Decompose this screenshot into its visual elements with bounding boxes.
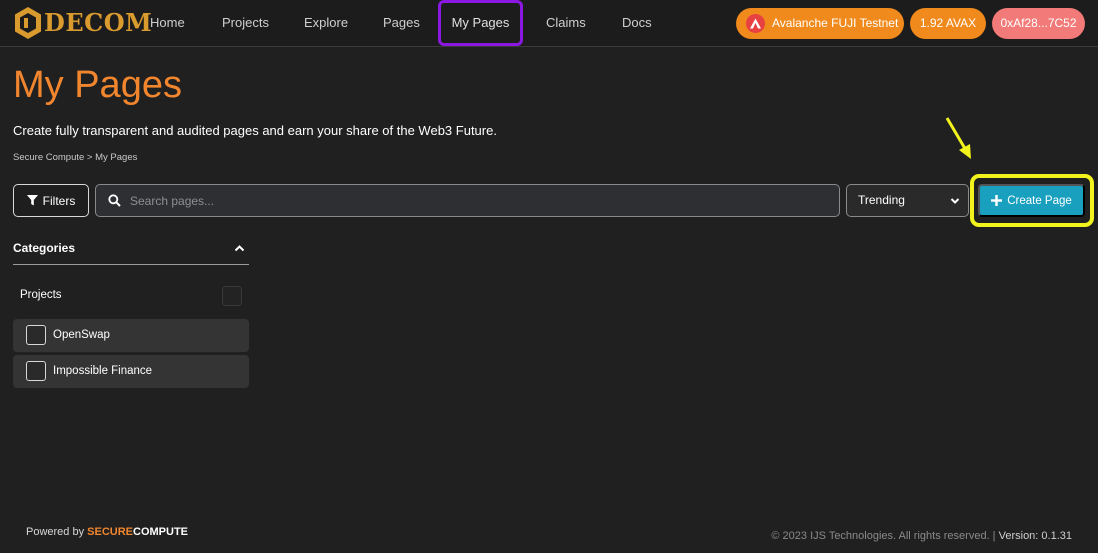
search-icon	[108, 194, 121, 207]
nav-pages[interactable]: Pages	[383, 0, 420, 46]
category-checkbox[interactable]	[26, 325, 46, 345]
categories-header[interactable]: Categories	[13, 240, 249, 265]
annotation-arrow-icon	[945, 117, 971, 159]
nav-claims[interactable]: Claims	[546, 0, 586, 46]
category-item[interactable]: Impossible Finance	[13, 355, 249, 388]
chevron-up-icon	[234, 245, 245, 252]
categories-title: Categories	[13, 241, 76, 255]
category-item[interactable]: OpenSwap	[13, 319, 249, 352]
logo[interactable]: DECOM	[13, 6, 152, 40]
create-page-label: Create Page	[1007, 194, 1072, 207]
nav-projects[interactable]: Projects	[222, 0, 269, 46]
balance-badge[interactable]: 1.92 AVAX	[910, 8, 986, 39]
footer-copyright: © 2023 IJS Technologies. All rights rese…	[771, 530, 1072, 542]
plus-icon	[991, 195, 1003, 206]
category-group-label: Projects	[20, 289, 62, 301]
category-group-checkbox[interactable]	[222, 286, 242, 306]
sort-selected-label: Trending	[858, 193, 905, 207]
wallet-address-button[interactable]: 0xAf28...7C52	[992, 8, 1085, 39]
filters-label: Filters	[42, 193, 76, 208]
nav-docs[interactable]: Docs	[622, 0, 652, 46]
powered-by-text: Powered by	[26, 526, 85, 538]
logo-text: DECOM	[44, 8, 153, 37]
search-input[interactable]	[130, 185, 830, 216]
filter-icon	[26, 195, 38, 206]
create-page-button[interactable]: Create Page	[978, 184, 1085, 217]
footer-powered-by: Powered by SECURECOMPUTE	[26, 526, 188, 538]
category-checkbox[interactable]	[26, 361, 46, 381]
logo-hex-icon	[15, 7, 41, 39]
network-label: Avalanche FUJI Testnet	[772, 16, 899, 30]
footer-brand-compute: COMPUTE	[133, 526, 188, 538]
network-button[interactable]: Avalanche FUJI Testnet	[736, 8, 904, 39]
avalanche-icon	[746, 14, 765, 33]
search-box	[95, 184, 840, 217]
page-title: My Pages	[13, 64, 182, 106]
category-label: OpenSwap	[53, 329, 110, 341]
filters-button[interactable]: Filters	[13, 184, 89, 217]
nav-home[interactable]: Home	[150, 0, 185, 46]
copyright-text: © 2023 IJS Technologies. All rights rese…	[771, 530, 996, 542]
footer-brand-secure: SECURE	[87, 526, 133, 538]
page-subtitle: Create fully transparent and audited pag…	[13, 123, 497, 138]
top-navbar: DECOM Home Projects Explore Pages My Pag…	[0, 0, 1098, 47]
category-label: Impossible Finance	[53, 365, 153, 377]
sort-select[interactable]: Trending	[846, 184, 969, 217]
version-text: Version: 0.1.31	[998, 530, 1072, 542]
nav-my-pages[interactable]: My Pages	[438, 0, 523, 46]
breadcrumb: Secure Compute > My Pages	[13, 152, 138, 163]
nav-explore[interactable]: Explore	[304, 0, 348, 46]
chevron-down-icon	[950, 198, 960, 204]
